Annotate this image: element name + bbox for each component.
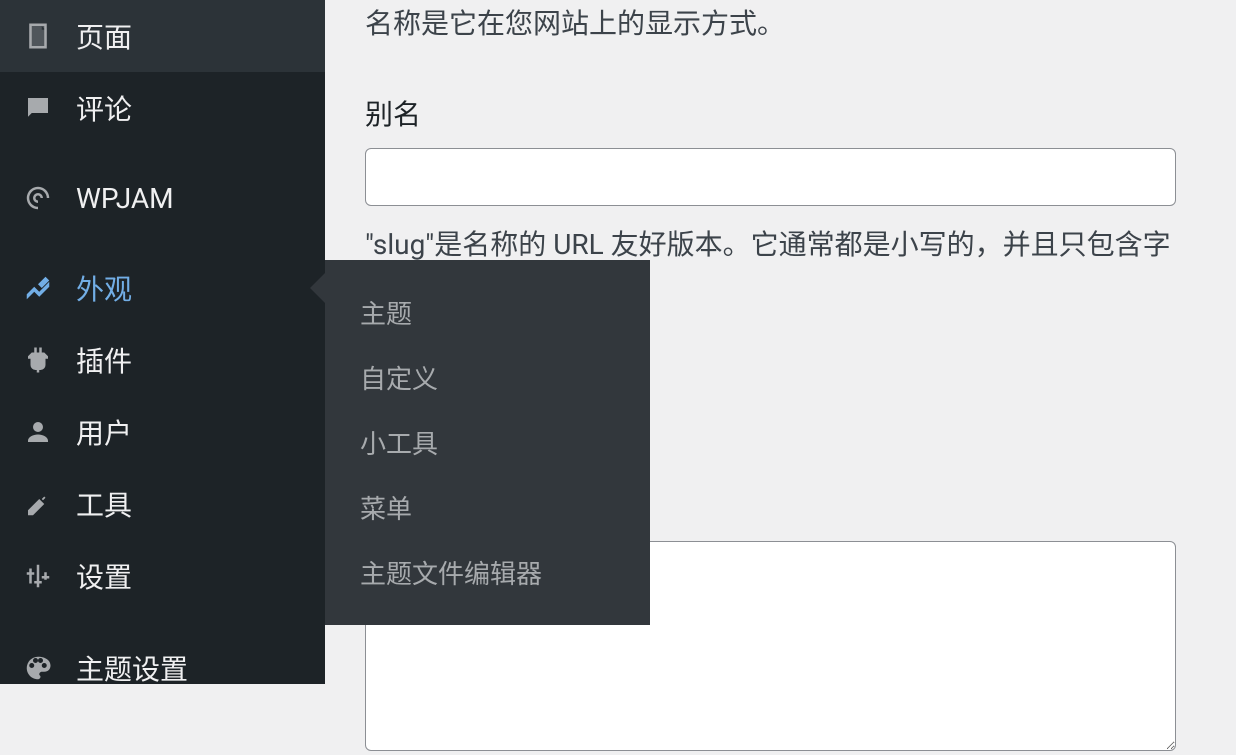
sidebar-item-comments[interactable]: 评论: [0, 72, 325, 144]
menu-separator: [0, 612, 325, 632]
menu-separator: [0, 232, 325, 252]
sidebar-item-plugins[interactable]: 插件: [0, 324, 325, 396]
sidebar-item-label: 主题设置: [76, 648, 188, 688]
tool-icon: [20, 486, 56, 522]
comment-icon: [20, 90, 56, 126]
theme-icon: [20, 650, 56, 686]
sidebar-item-label: 页面: [76, 16, 132, 56]
sidebar-item-label: 设置: [76, 556, 132, 596]
submenu-item-menus[interactable]: 菜单: [325, 475, 650, 540]
submenu-item-widgets[interactable]: 小工具: [325, 410, 650, 475]
sidebar-item-label: 外观: [76, 268, 132, 308]
plugin-icon: [20, 342, 56, 378]
sidebar-item-users[interactable]: 用户: [0, 396, 325, 468]
appearance-submenu: 主题 自定义 小工具 菜单 主题文件编辑器: [325, 260, 650, 625]
sidebar-item-pages[interactable]: 页面: [0, 0, 325, 72]
sidebar-item-appearance[interactable]: 外观: [0, 252, 325, 324]
slug-input[interactable]: [365, 148, 1176, 206]
settings-icon: [20, 558, 56, 594]
submenu-item-customize[interactable]: 自定义: [325, 345, 650, 410]
submenu-item-theme-editor[interactable]: 主题文件编辑器: [325, 540, 650, 605]
sidebar-item-label: 用户: [76, 412, 132, 452]
sidebar-item-theme-settings[interactable]: 主题设置: [0, 632, 325, 704]
submenu-item-themes[interactable]: 主题: [325, 280, 650, 345]
sidebar-item-label: WPJAM: [76, 182, 174, 215]
dashboard-icon: [20, 180, 56, 216]
slug-label: 别名: [365, 93, 1176, 133]
sidebar-item-settings[interactable]: 设置: [0, 540, 325, 612]
appearance-icon: [20, 270, 56, 306]
sidebar-item-tools[interactable]: 工具: [0, 468, 325, 540]
sidebar-item-wpjam[interactable]: WPJAM: [0, 164, 325, 232]
admin-sidebar: 页面 评论 WPJAM 外观 插件 用户 工具: [0, 0, 325, 684]
user-icon: [20, 414, 56, 450]
sidebar-item-label: 工具: [76, 484, 132, 524]
sidebar-item-label: 插件: [76, 340, 132, 380]
page-icon: [20, 18, 56, 54]
name-help-text: 名称是它在您网站上的显示方式。: [365, 0, 1176, 48]
menu-separator: [0, 144, 325, 164]
sidebar-item-label: 评论: [76, 88, 132, 128]
